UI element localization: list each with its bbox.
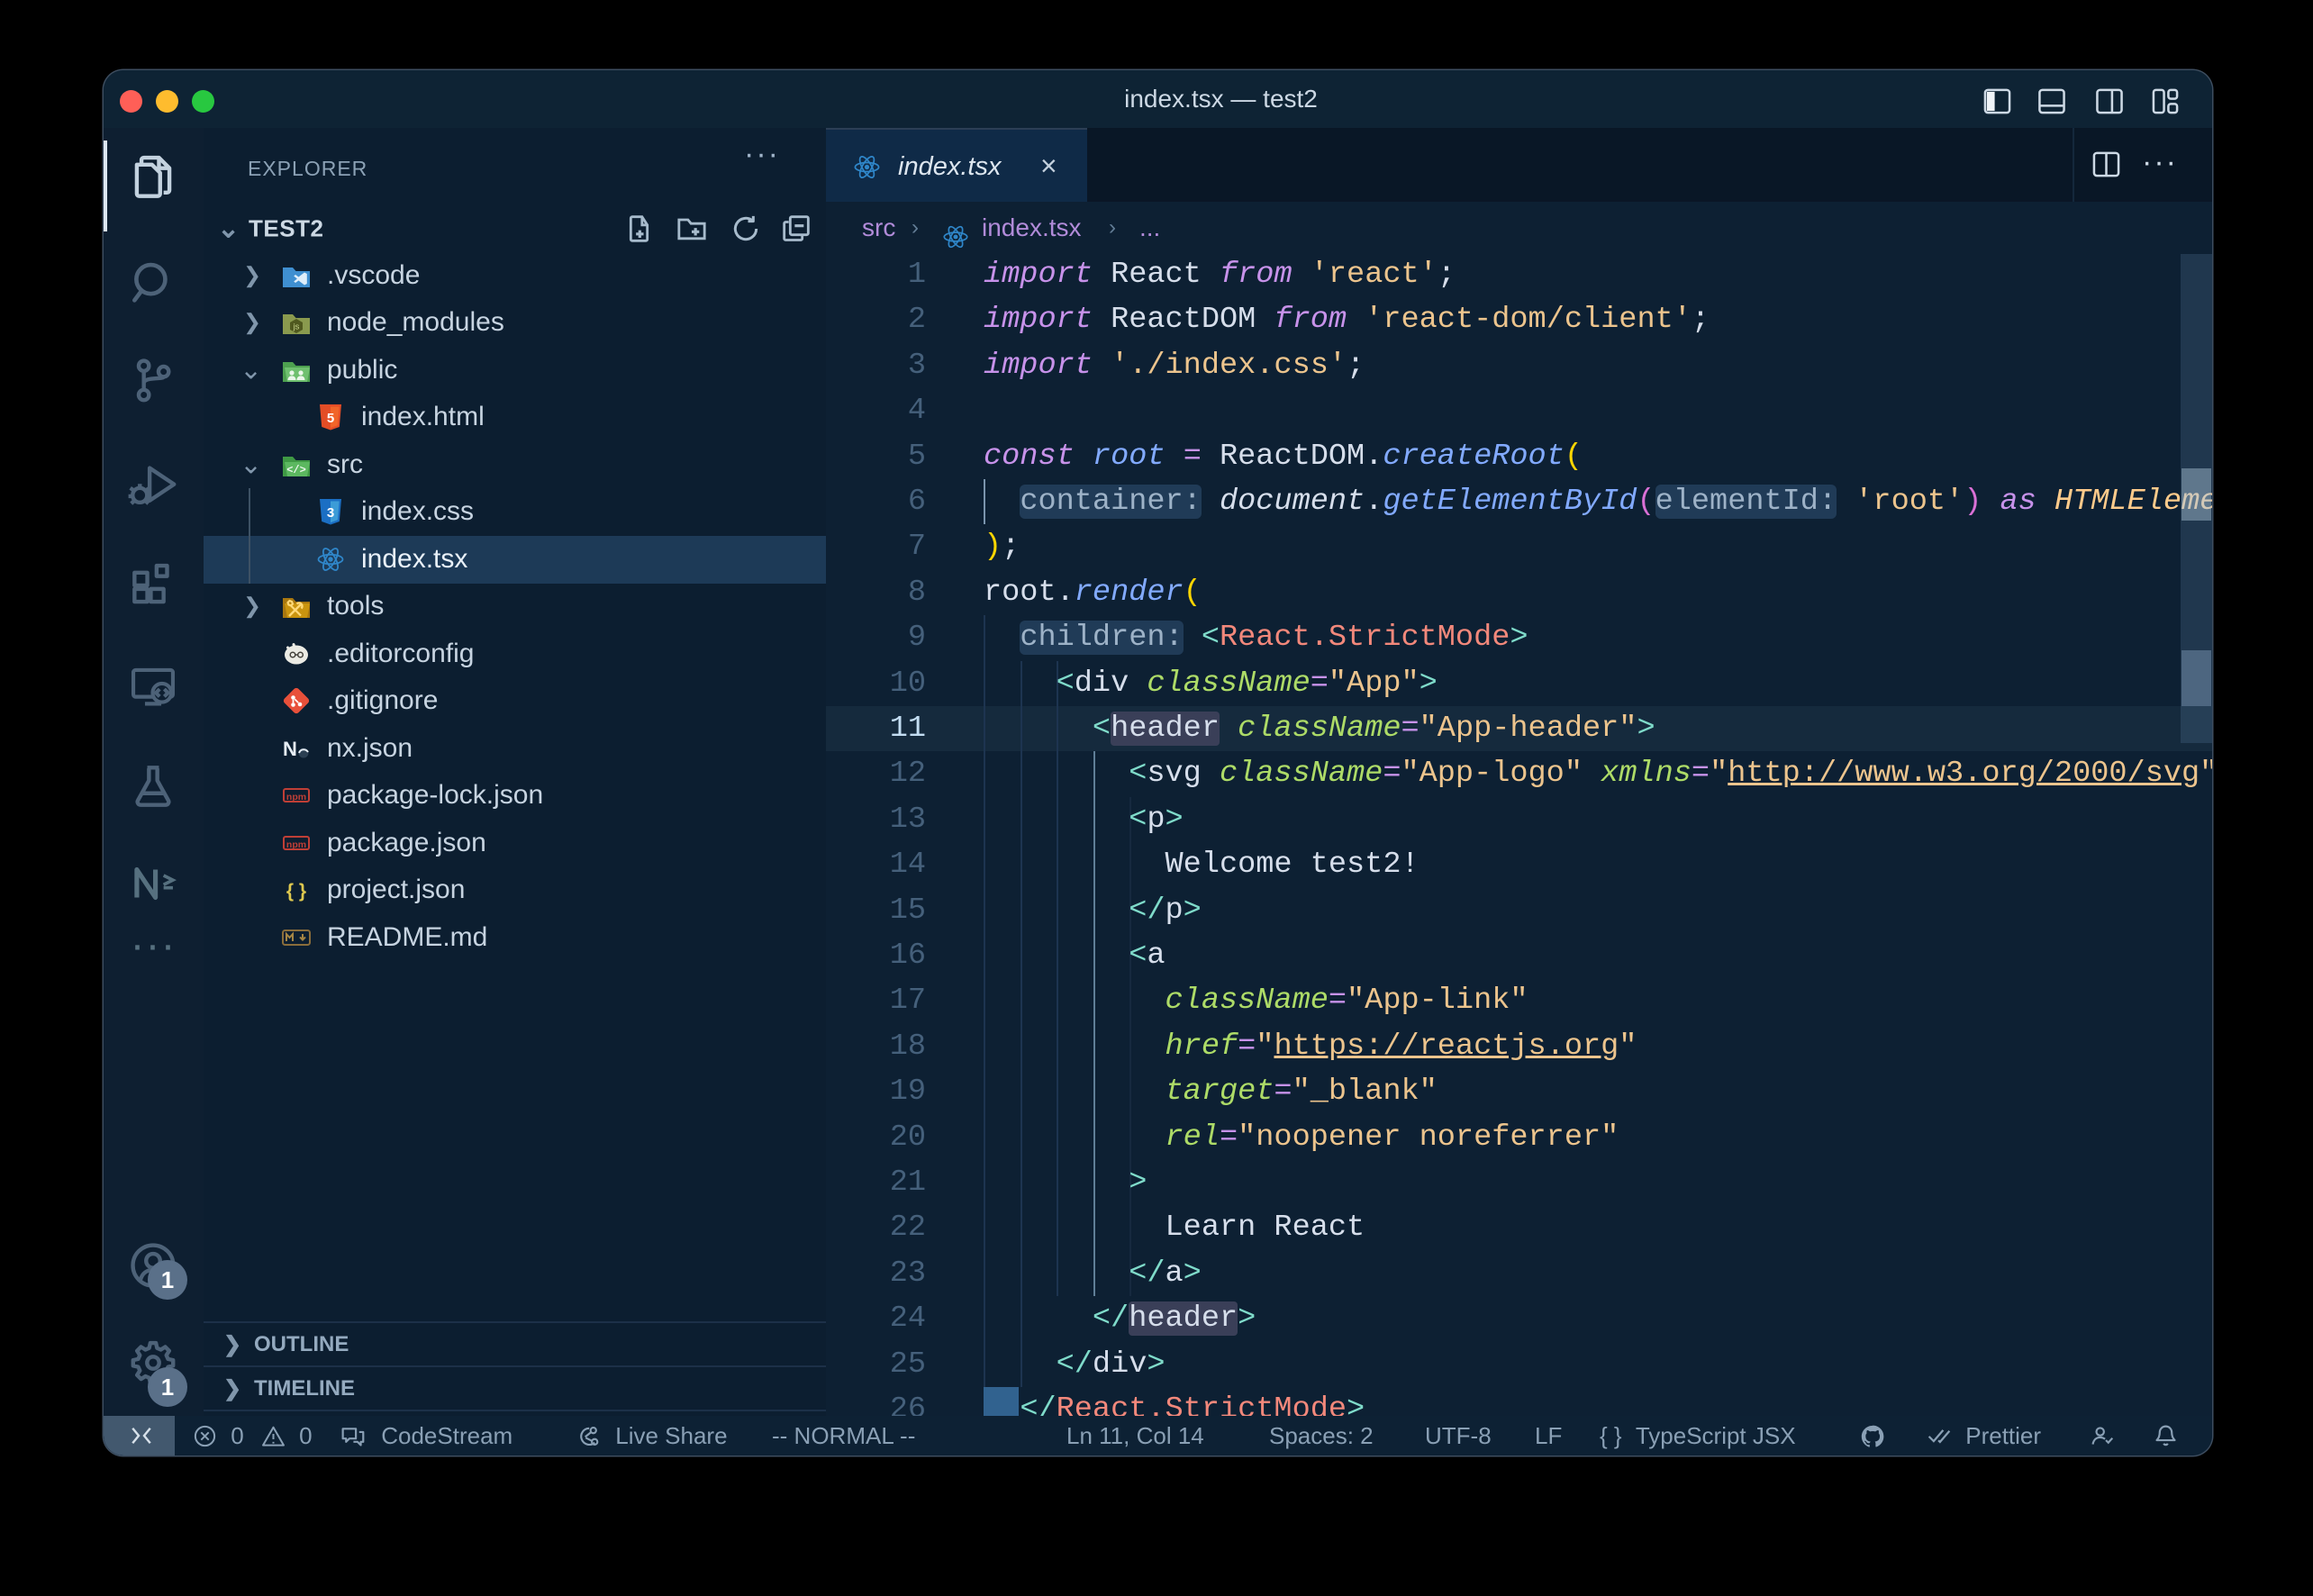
svg-text:npm: npm [286,792,306,803]
svg-text:N: N [283,738,297,760]
svg-text:3: 3 [327,505,334,521]
svg-text:{ }: { } [286,881,306,902]
svg-text:npm: npm [286,839,306,850]
svg-text:</>: </> [286,464,306,476]
svg-text:js: js [293,322,300,332]
svg-text:5: 5 [327,411,334,426]
